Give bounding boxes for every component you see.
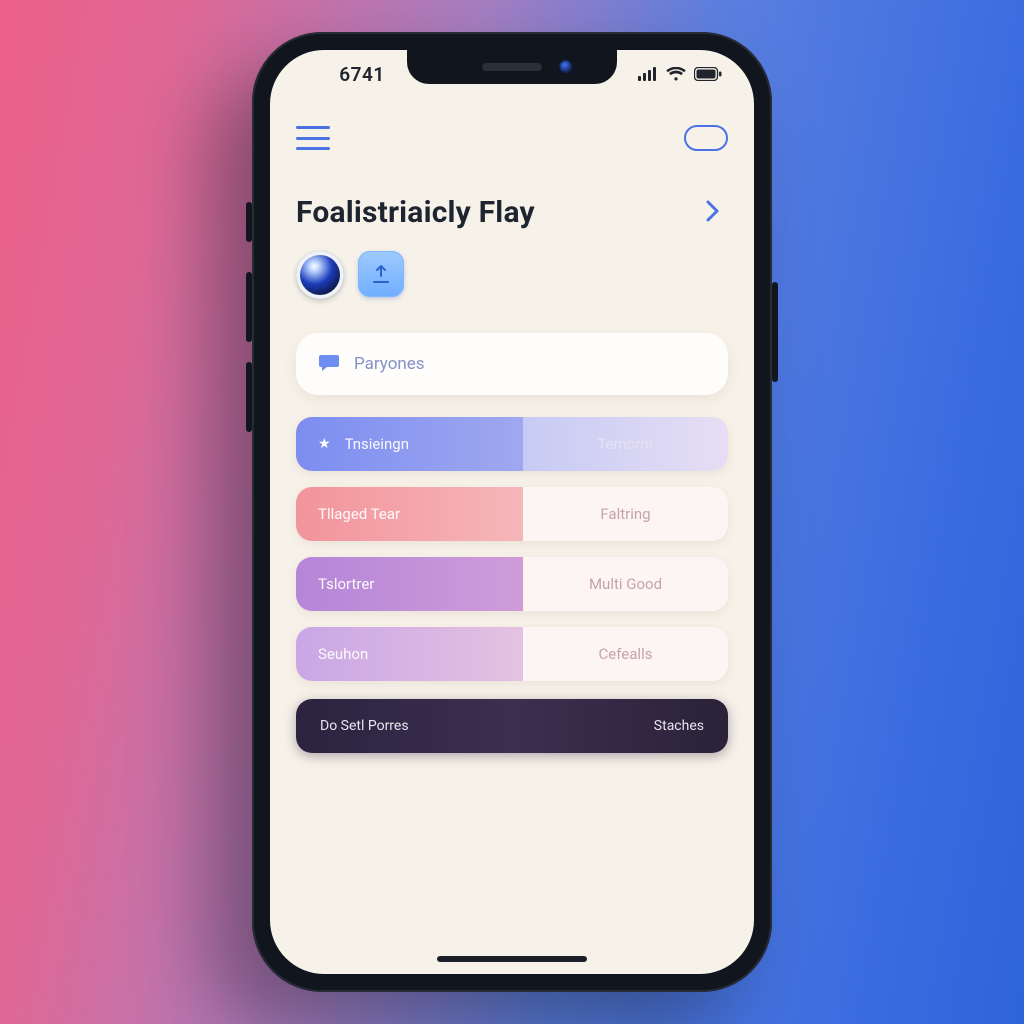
title-row: Foalistriaicly Flay [296,192,728,233]
segment-row-1[interactable]: ★ Tnsieingn Temornt [296,417,728,471]
segment-right-label: Multi Good [523,557,728,611]
segment-left-label: Seuhon [318,645,368,663]
segment-left-label: Tnsieingn [345,435,409,453]
side-button-silence [246,202,252,242]
primary-card-label: Paryones [354,354,425,374]
menu-button[interactable] [296,126,330,150]
footer-right-label: Staches [654,718,704,734]
segment-left: Seuhon [296,627,523,681]
side-button-vol-down [246,362,252,432]
footer-left-label: Do Setl Porres [320,718,409,734]
toggle-button[interactable] [684,125,728,151]
wifi-icon [666,67,686,81]
upload-button[interactable] [358,251,404,297]
footer-bar[interactable]: Do Setl Porres Staches [296,699,728,753]
app-content: Foalistriaicly Flay Paryones [270,110,754,974]
side-button-vol-up [246,272,252,342]
forward-button[interactable] [698,192,728,233]
nav-row [296,110,728,166]
page-title: Foalistriaicly Flay [296,195,535,230]
icon-row [296,251,728,299]
segment-left-label: Tllaged Tear [318,505,400,523]
camera-lens-button[interactable] [296,251,344,299]
segment-left: ★ Tnsieingn [296,417,523,471]
status-bar: 6741 [270,50,754,98]
star-icon: ★ [318,436,331,452]
status-time: 6741 [302,63,422,86]
phone-frame: 6741 Foalistriaicly Flay [252,32,772,992]
segment-row-2[interactable]: Tllaged Tear Faltring [296,487,728,541]
segment-row-4[interactable]: Seuhon Cefealls [296,627,728,681]
segment-left: Tslortrer [296,557,523,611]
segment-right-label: Temornt [523,417,728,471]
screen: 6741 Foalistriaicly Flay [270,50,754,974]
segment-right-label: Cefealls [523,627,728,681]
segment-right-label: Faltring [523,487,728,541]
status-icons [602,67,722,81]
segment-left-label: Tslortrer [318,575,374,593]
cellular-icon [638,67,658,81]
side-button-power [772,282,778,382]
battery-icon [694,67,722,81]
segment-left: Tllaged Tear [296,487,523,541]
chat-icon [318,352,340,377]
chevron-right-icon [706,200,720,222]
upload-icon [370,263,392,285]
hamburger-icon [296,126,330,129]
segment-list: ★ Tnsieingn Temornt Tllaged Tear Faltrin… [296,417,728,681]
primary-card[interactable]: Paryones [296,333,728,395]
home-indicator[interactable] [437,956,587,962]
segment-row-3[interactable]: Tslortrer Multi Good [296,557,728,611]
